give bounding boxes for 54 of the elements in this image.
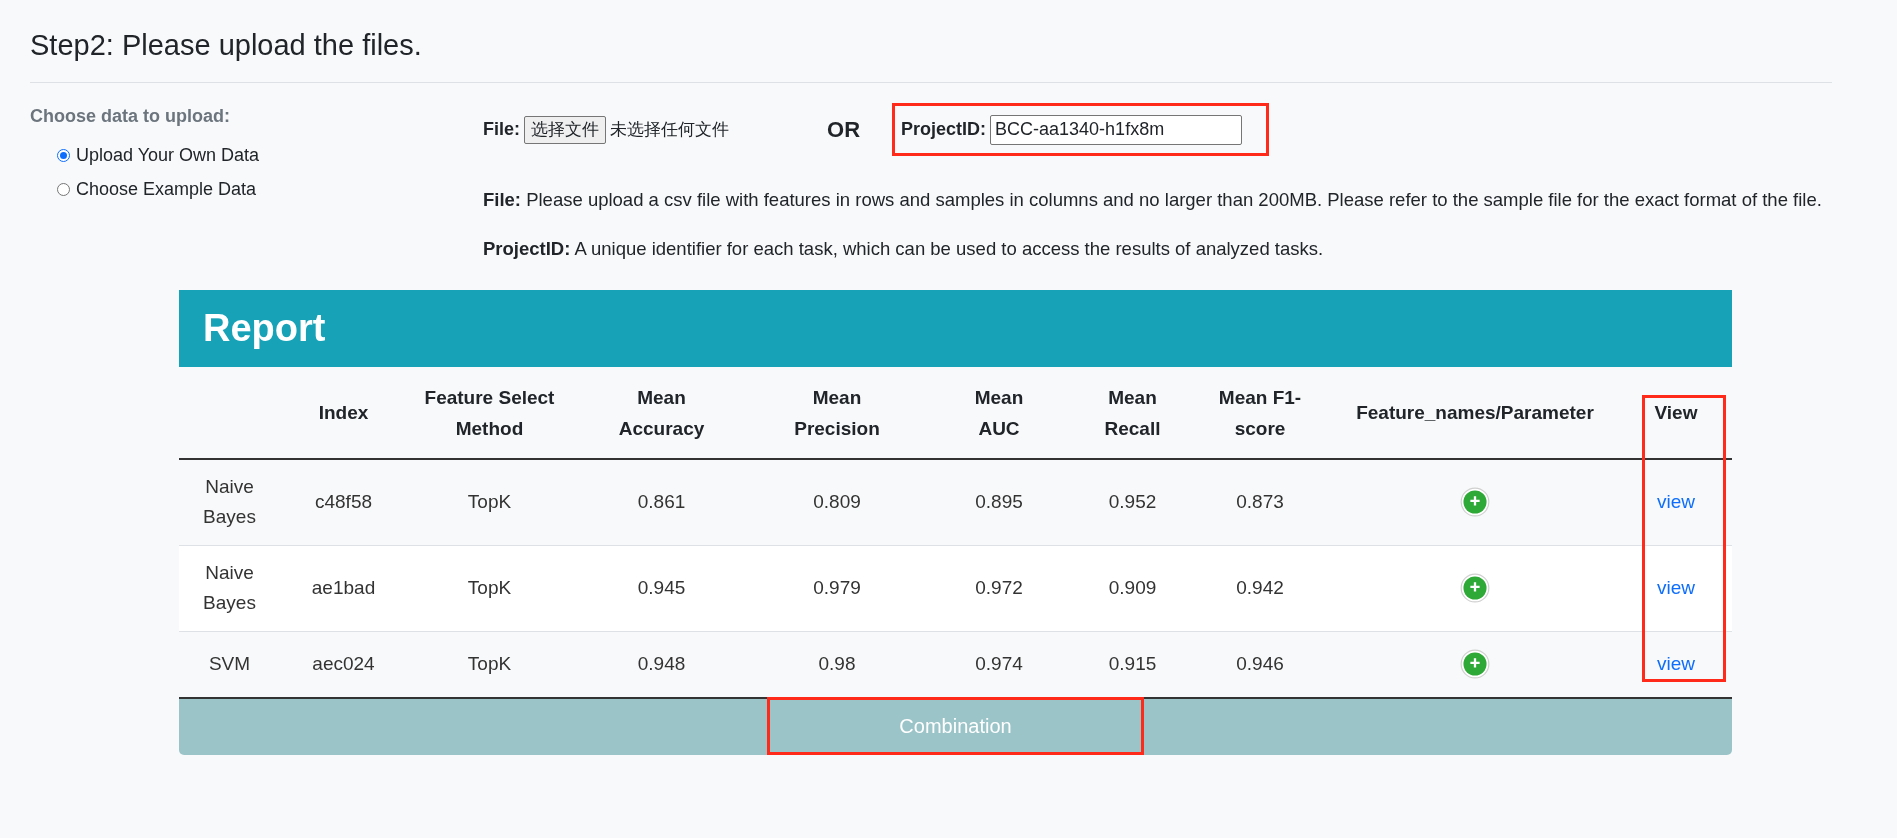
column-header: Feature Select Method xyxy=(423,385,556,441)
column-header: Feature_names/Parameter xyxy=(1356,401,1594,425)
page-heading: Step2: Please upload the files. xyxy=(30,28,423,62)
help-text: File: Please upload a csv file with features in rows and samples in columns and no larger than 200MB. Please refer to the sample file for the exact format of the file. xyxy=(483,188,1823,212)
table-cell: 0.979 xyxy=(813,577,861,598)
column-header: Mean Accuracy xyxy=(617,385,706,441)
table-cell: 0.915 xyxy=(1108,653,1157,675)
help-text: ProjectID: A unique identifier for each task, which can be used to access the results of analyzed tasks. xyxy=(483,237,1325,261)
table-cell: Naive Bayes xyxy=(203,562,256,613)
table-cell: 0.946 xyxy=(1236,653,1284,675)
table-cell: 0.972 xyxy=(975,577,1023,598)
table-cell: 0.948 xyxy=(637,653,686,675)
table-cell: 0.873 xyxy=(1236,491,1284,513)
table-cell: TopK xyxy=(467,577,512,598)
add-icon[interactable] xyxy=(1460,487,1490,518)
column-header: View xyxy=(1654,401,1698,425)
table-cell: aec024 xyxy=(312,653,375,675)
table-cell: ae1bad xyxy=(311,577,376,598)
view-link[interactable]: view xyxy=(1657,491,1695,512)
file-status: 未选择任何文件 xyxy=(610,118,729,141)
table-cell: 0.945 xyxy=(637,577,686,598)
add-icon[interactable] xyxy=(1460,649,1490,680)
choose-file-button[interactable]: 选择文件 xyxy=(524,115,606,144)
table-cell: 0.98 xyxy=(818,653,856,675)
or-label: OR xyxy=(827,116,860,144)
column-header: Mean F1-score xyxy=(1217,385,1303,441)
view-link[interactable]: view xyxy=(1657,576,1695,598)
add-icon[interactable] xyxy=(1460,573,1490,603)
radio-label: Choose Example Data xyxy=(76,178,257,201)
table-cell: c48f58 xyxy=(314,491,372,513)
column-header: Mean Recall xyxy=(1103,385,1162,441)
table-cell: SVM xyxy=(208,653,251,675)
column-header: Mean AUC xyxy=(973,385,1025,441)
radio-label: Upload Your Own Data xyxy=(76,144,260,167)
table-cell: TopK xyxy=(467,491,512,513)
table-cell: 0.909 xyxy=(1108,577,1157,598)
table-cell: Naive Bayes xyxy=(203,476,256,528)
column-header: Index xyxy=(318,401,369,425)
report-header: Report xyxy=(179,290,1732,367)
table-cell: 0.974 xyxy=(975,653,1023,675)
section-label: Choose data to upload: xyxy=(30,105,231,128)
column-header: Mean Precision xyxy=(793,385,881,441)
table-cell: 0.952 xyxy=(1108,491,1157,513)
file-label: File: xyxy=(483,118,520,141)
table-cell: 0.942 xyxy=(1236,577,1284,598)
radio-button[interactable] xyxy=(57,183,70,196)
table-cell: 0.895 xyxy=(975,491,1023,513)
project-id-label: ProjectID: xyxy=(901,118,987,141)
table-cell: 0.861 xyxy=(637,491,686,513)
view-link[interactable]: view xyxy=(1657,653,1695,674)
radio-button[interactable] xyxy=(57,149,70,162)
table-cell: 0.809 xyxy=(813,491,861,513)
project-id-field[interactable]: BCC-aa1340-h1fx8m xyxy=(990,114,1243,145)
table-cell: TopK xyxy=(467,653,512,675)
